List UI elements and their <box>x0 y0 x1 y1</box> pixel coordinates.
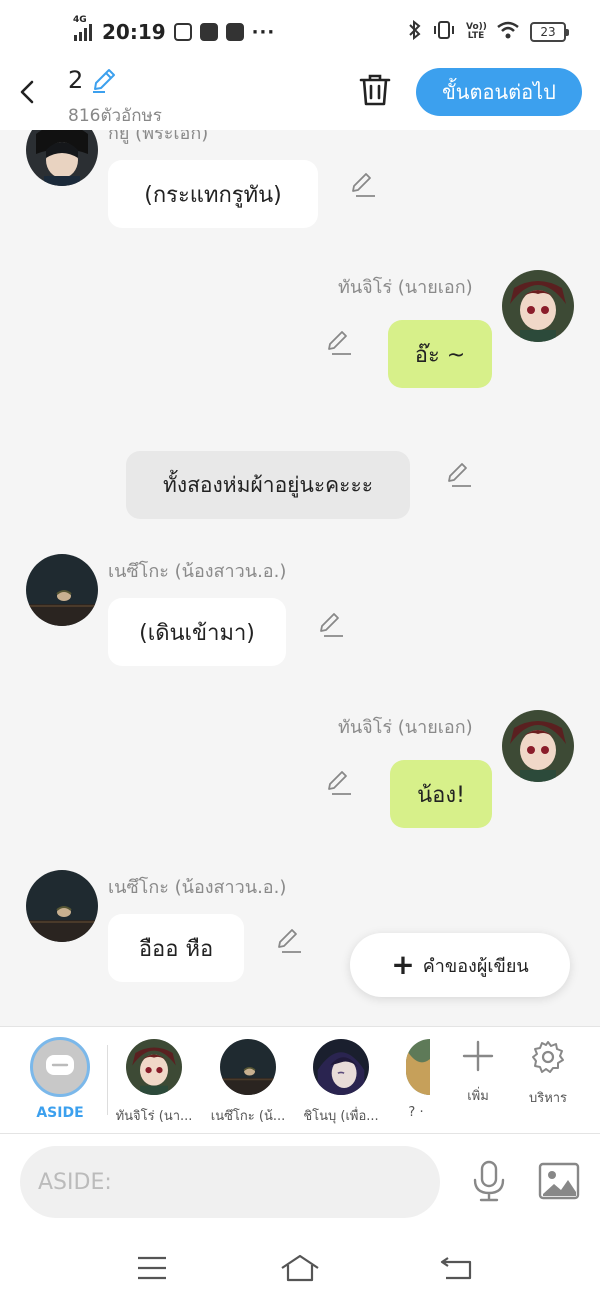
character-label: ทันจิโร่ (นา... <box>115 1109 193 1124</box>
message-bubble[interactable]: อืออ หือ <box>108 914 244 982</box>
home-button[interactable] <box>280 1252 320 1284</box>
sender-name: ทันจิโร่ (นายเอก) <box>338 277 473 298</box>
chat-area[interactable]: กยู (พระเอก) (กระแทกรูทัน) ทันจิโร่ (นาย… <box>0 130 600 1026</box>
next-step-button[interactable]: ขั้นตอนต่อไป <box>416 68 582 116</box>
gear-icon <box>532 1041 564 1073</box>
character-tanjiro[interactable] <box>126 1039 182 1095</box>
chapter-title[interactable]: 2 <box>68 66 117 94</box>
edit-message-button[interactable] <box>326 330 352 356</box>
edit-pencil-icon <box>320 613 343 637</box>
avatar-nezuko[interactable] <box>26 870 98 942</box>
character-label: เนซึโกะ (น้... <box>210 1109 286 1124</box>
message-bubble[interactable]: (กระแทกรูทัน) <box>108 160 318 228</box>
signal-icon: 4G <box>73 15 92 41</box>
message-bubble[interactable]: น้อง! <box>390 760 492 828</box>
message-bubble[interactable]: (เดินเข้ามา) <box>108 598 286 666</box>
sender-name: ทันจิโร่ (นายเอก) <box>338 717 473 738</box>
image-icon <box>538 1162 580 1200</box>
message-bubble[interactable]: อ๊ะ ~ <box>388 320 492 388</box>
facebook-icon <box>199 23 218 41</box>
edit-pencil-icon <box>328 331 351 355</box>
add-character-button[interactable]: เพิ่ม <box>448 1039 508 1106</box>
bluetooth-icon <box>408 19 422 44</box>
shopping-icon <box>225 23 244 41</box>
sender-name: เนซึโกะ (น้องสาวน.อ.) <box>108 561 287 582</box>
home-icon <box>281 1254 319 1282</box>
back-arrow-icon <box>440 1257 472 1280</box>
character-nezuko[interactable] <box>220 1039 276 1095</box>
sender-name: เนซึโกะ (น้องสาวน.อ.) <box>108 877 287 898</box>
plus-icon <box>462 1040 494 1072</box>
voice-input-button[interactable] <box>470 1160 508 1202</box>
menu-icon <box>138 1256 166 1280</box>
plus-icon: + <box>391 948 415 981</box>
edit-message-button[interactable] <box>326 770 352 796</box>
aside-label: ASIDE <box>36 1105 84 1121</box>
edit-pencil-icon <box>352 173 375 197</box>
instagram-icon <box>173 23 192 41</box>
back-button[interactable] <box>14 76 42 108</box>
system-nav-bar <box>0 1238 600 1300</box>
edit-pencil-icon <box>448 463 471 487</box>
chapter-number: 2 <box>68 66 84 94</box>
author-note-button[interactable]: + คำของผู้เขียน <box>350 933 570 997</box>
composer <box>0 1134 600 1238</box>
chat-bubble-icon <box>46 1055 74 1075</box>
edit-pencil-icon <box>328 771 351 795</box>
attach-image-button[interactable] <box>538 1162 580 1200</box>
aside-bubble[interactable]: ทั้งสองห่มผ้าอยู่นะคะะะ <box>126 451 410 519</box>
character-unknown[interactable] <box>406 1039 430 1095</box>
vibrate-icon <box>432 20 456 44</box>
edit-message-button[interactable] <box>318 612 344 638</box>
character-shinobu[interactable] <box>313 1039 369 1095</box>
top-app-bar: 2 816ตัวอักษร ขั้นตอนต่อไป <box>0 62 600 130</box>
more-notifications-icon: ··· <box>251 21 276 43</box>
aside-selector[interactable] <box>30 1037 90 1097</box>
avatar-tanjiro[interactable] <box>502 710 574 782</box>
edit-message-button[interactable] <box>276 928 302 954</box>
clock: 20:19 <box>102 20 166 44</box>
message-input[interactable] <box>20 1146 440 1218</box>
chevron-left-icon <box>20 80 34 104</box>
volte-icon: Vo)) LTE <box>466 22 487 41</box>
back-nav-button[interactable] <box>438 1252 478 1284</box>
character-label: ชิโนบุ (เพื่อ... <box>303 1109 379 1124</box>
status-bar: 4G 20:19 ··· Vo)) LTE 23 <box>0 0 600 62</box>
add-label: เพิ่ม <box>467 1089 489 1104</box>
edit-message-button[interactable] <box>446 462 472 488</box>
network-type: 4G <box>73 15 87 25</box>
character-selector-bar: ASIDE ทันจิโร่ (นา... เนซึโกะ (น้... ชิโ… <box>0 1026 600 1134</box>
battery-icon: 23 <box>530 22 569 42</box>
manage-characters-button[interactable]: บริหาร <box>518 1039 578 1108</box>
trash-icon <box>359 74 391 106</box>
edit-pencil-icon <box>93 69 116 93</box>
author-note-label: คำของผู้เขียน <box>422 955 529 977</box>
microphone-icon <box>473 1160 505 1202</box>
wifi-icon <box>496 20 520 44</box>
recent-apps-button[interactable] <box>132 1252 172 1284</box>
delete-button[interactable] <box>358 72 392 108</box>
avatar-giyu[interactable] <box>26 130 98 186</box>
avatar-nezuko[interactable] <box>26 554 98 626</box>
character-label: ? · <box>408 1105 424 1120</box>
manage-label: บริหาร <box>528 1091 568 1106</box>
divider <box>107 1045 108 1115</box>
avatar-tanjiro[interactable] <box>502 270 574 342</box>
sender-name: กยู (พระเอก) <box>108 130 209 144</box>
edit-message-button[interactable] <box>350 172 376 198</box>
edit-pencil-icon <box>278 929 301 953</box>
character-count: 816ตัวอักษร <box>68 106 162 126</box>
